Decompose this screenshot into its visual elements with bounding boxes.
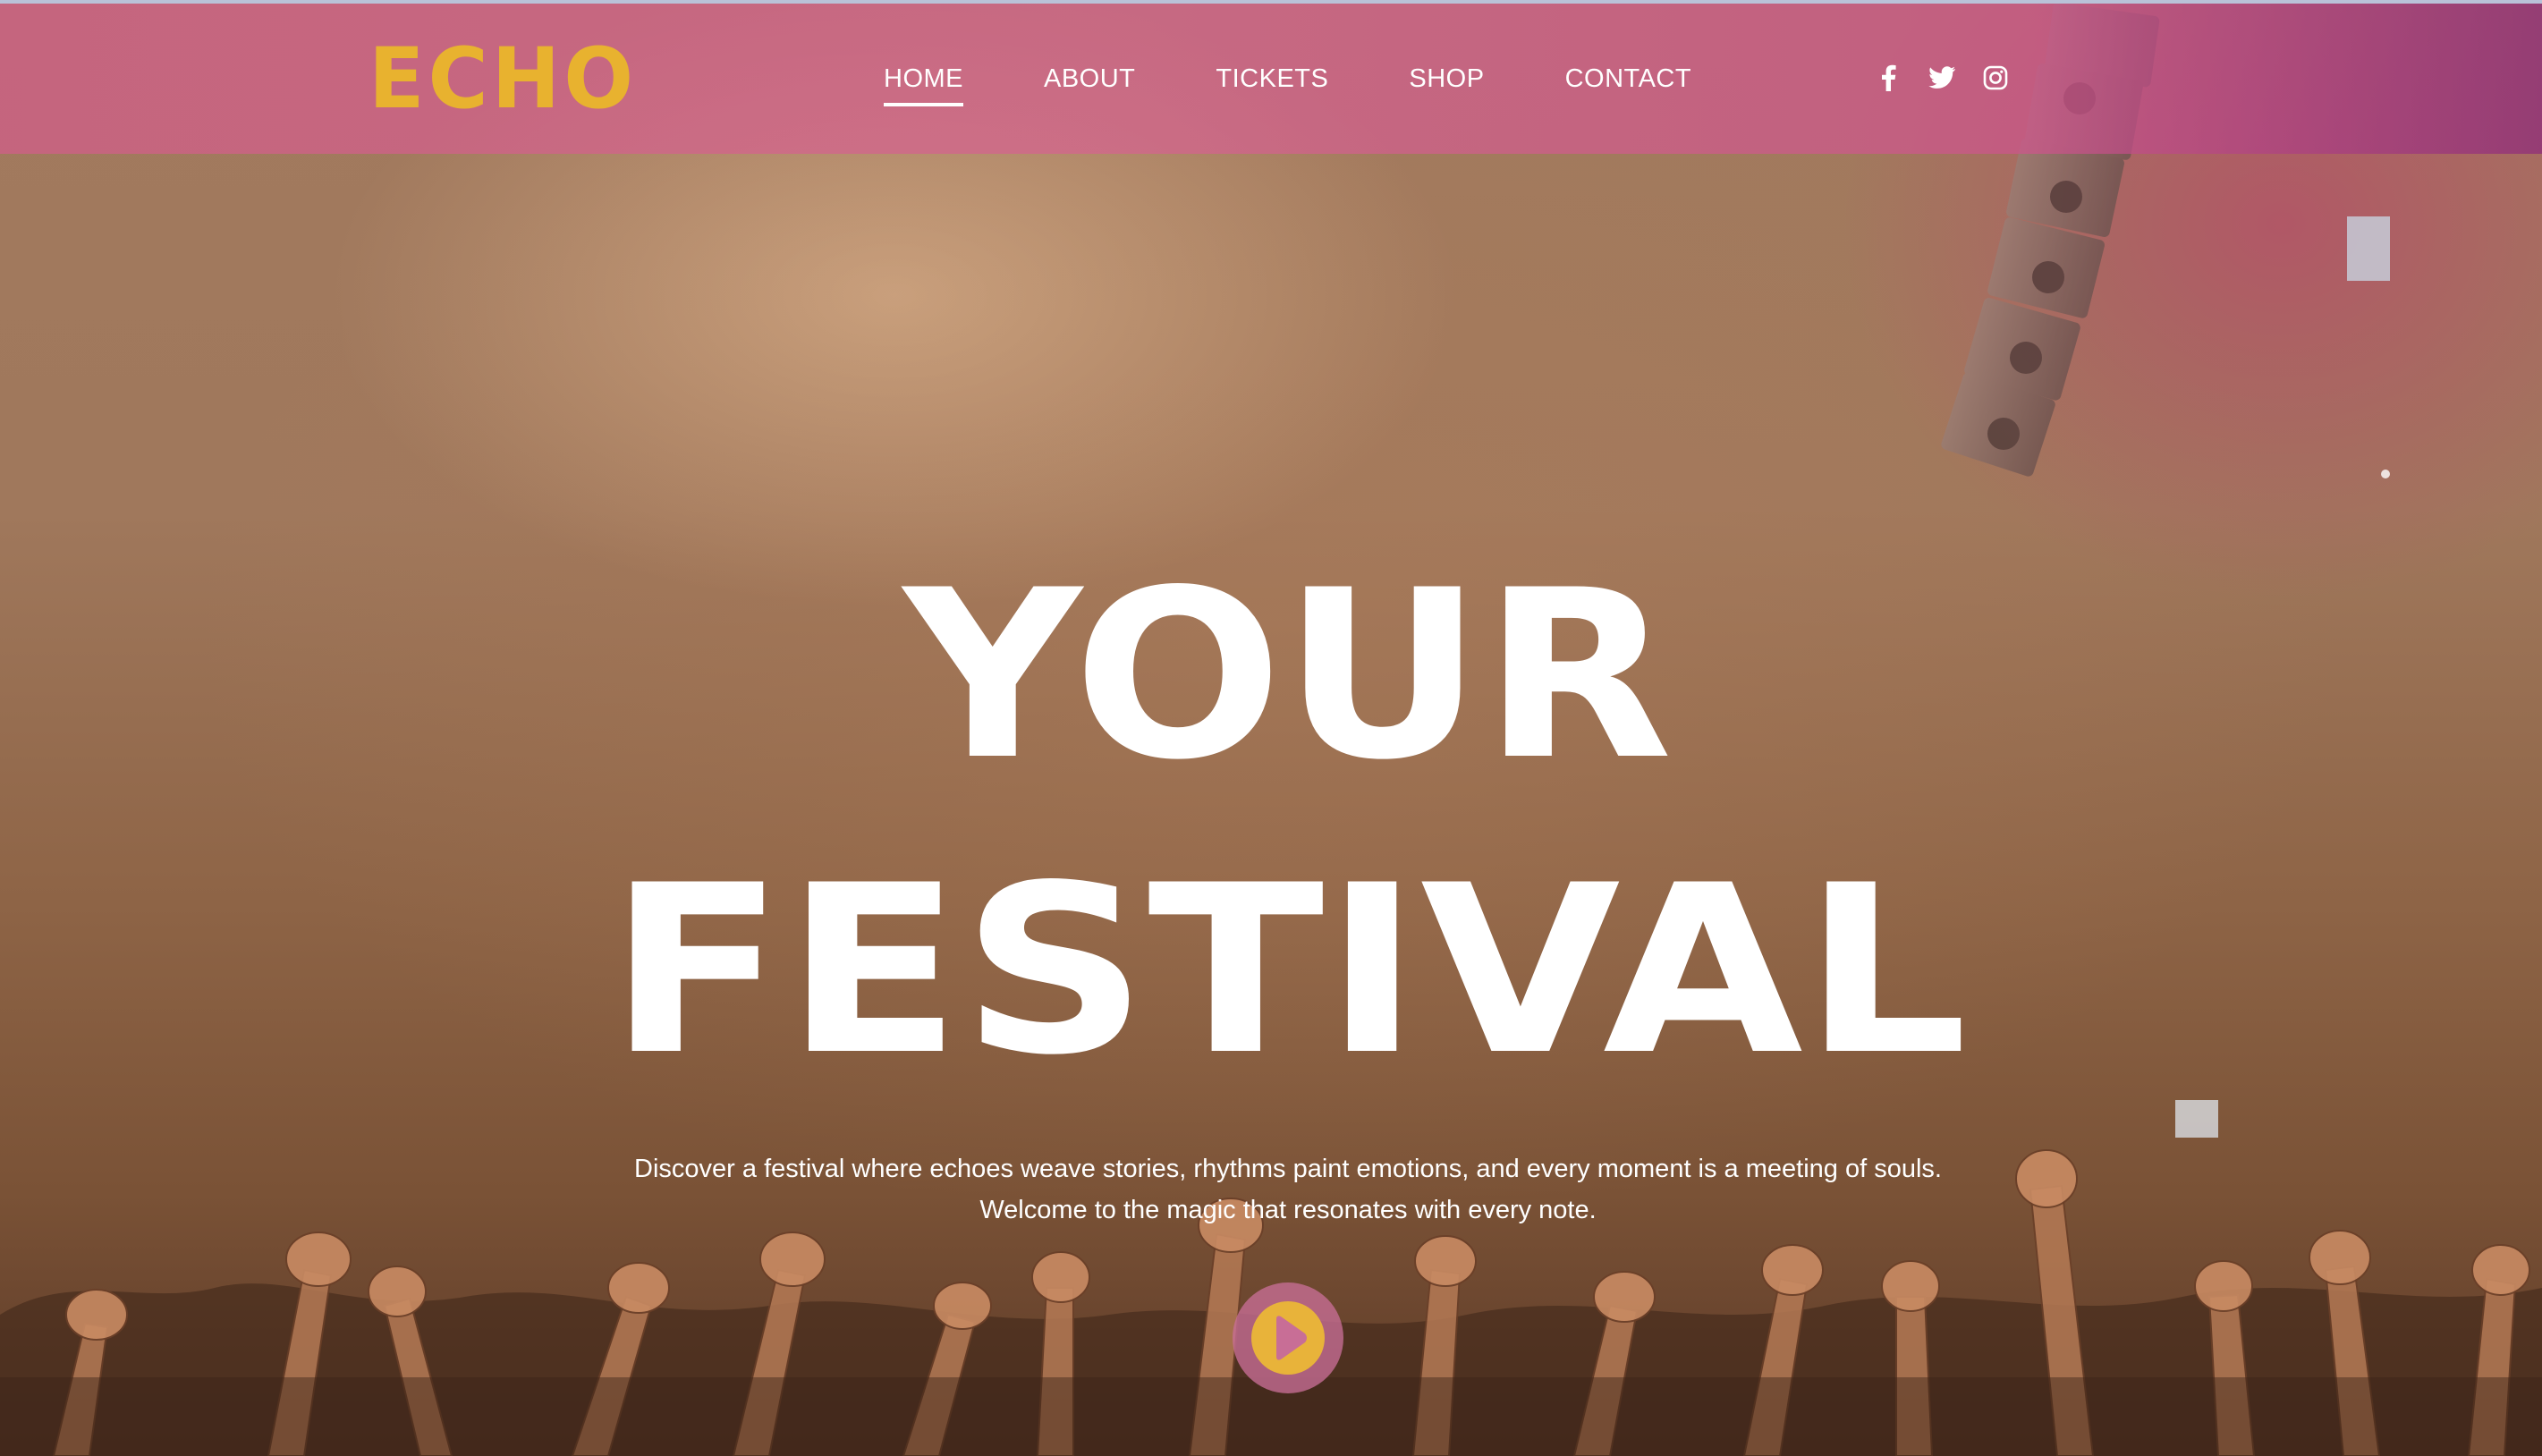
hero-title: YOUR FESTIVAL — [599, 541, 1977, 1106]
nav-tickets[interactable]: TICKETS — [1216, 64, 1328, 106]
play-icon — [1276, 1316, 1307, 1360]
tagline-line1: Discover a festival where echoes weave s… — [634, 1155, 1942, 1183]
nav-shop[interactable]: SHOP — [1409, 64, 1484, 106]
main-navigation: HOME ABOUT TICKETS SHOP CONTACT — [884, 64, 1691, 106]
play-video-button[interactable] — [1233, 1282, 1343, 1393]
site-header: ECHO HOME ABOUT TICKETS SHOP CONTACT — [0, 0, 2542, 154]
echo-logo[interactable]: ECHO — [369, 30, 639, 128]
nav-contact[interactable]: CONTACT — [1565, 64, 1692, 106]
nav-home[interactable]: HOME — [884, 64, 963, 106]
hero-title-line2: FESTIVAL — [608, 836, 1968, 1064]
twitter-icon[interactable] — [1927, 63, 1957, 93]
hero-title-line1: YOUR — [900, 563, 1673, 811]
instagram-icon[interactable] — [1980, 63, 2011, 93]
facebook-icon[interactable] — [1873, 63, 1903, 93]
nav-about[interactable]: ABOUT — [1044, 64, 1135, 106]
logo-text: ECHO — [369, 39, 637, 122]
social-links — [1873, 63, 2011, 93]
hero-tagline: Discover a festival where echoes weave s… — [501, 1148, 2075, 1231]
tagline-line2: Welcome to the magic that resonates with… — [979, 1196, 1597, 1224]
